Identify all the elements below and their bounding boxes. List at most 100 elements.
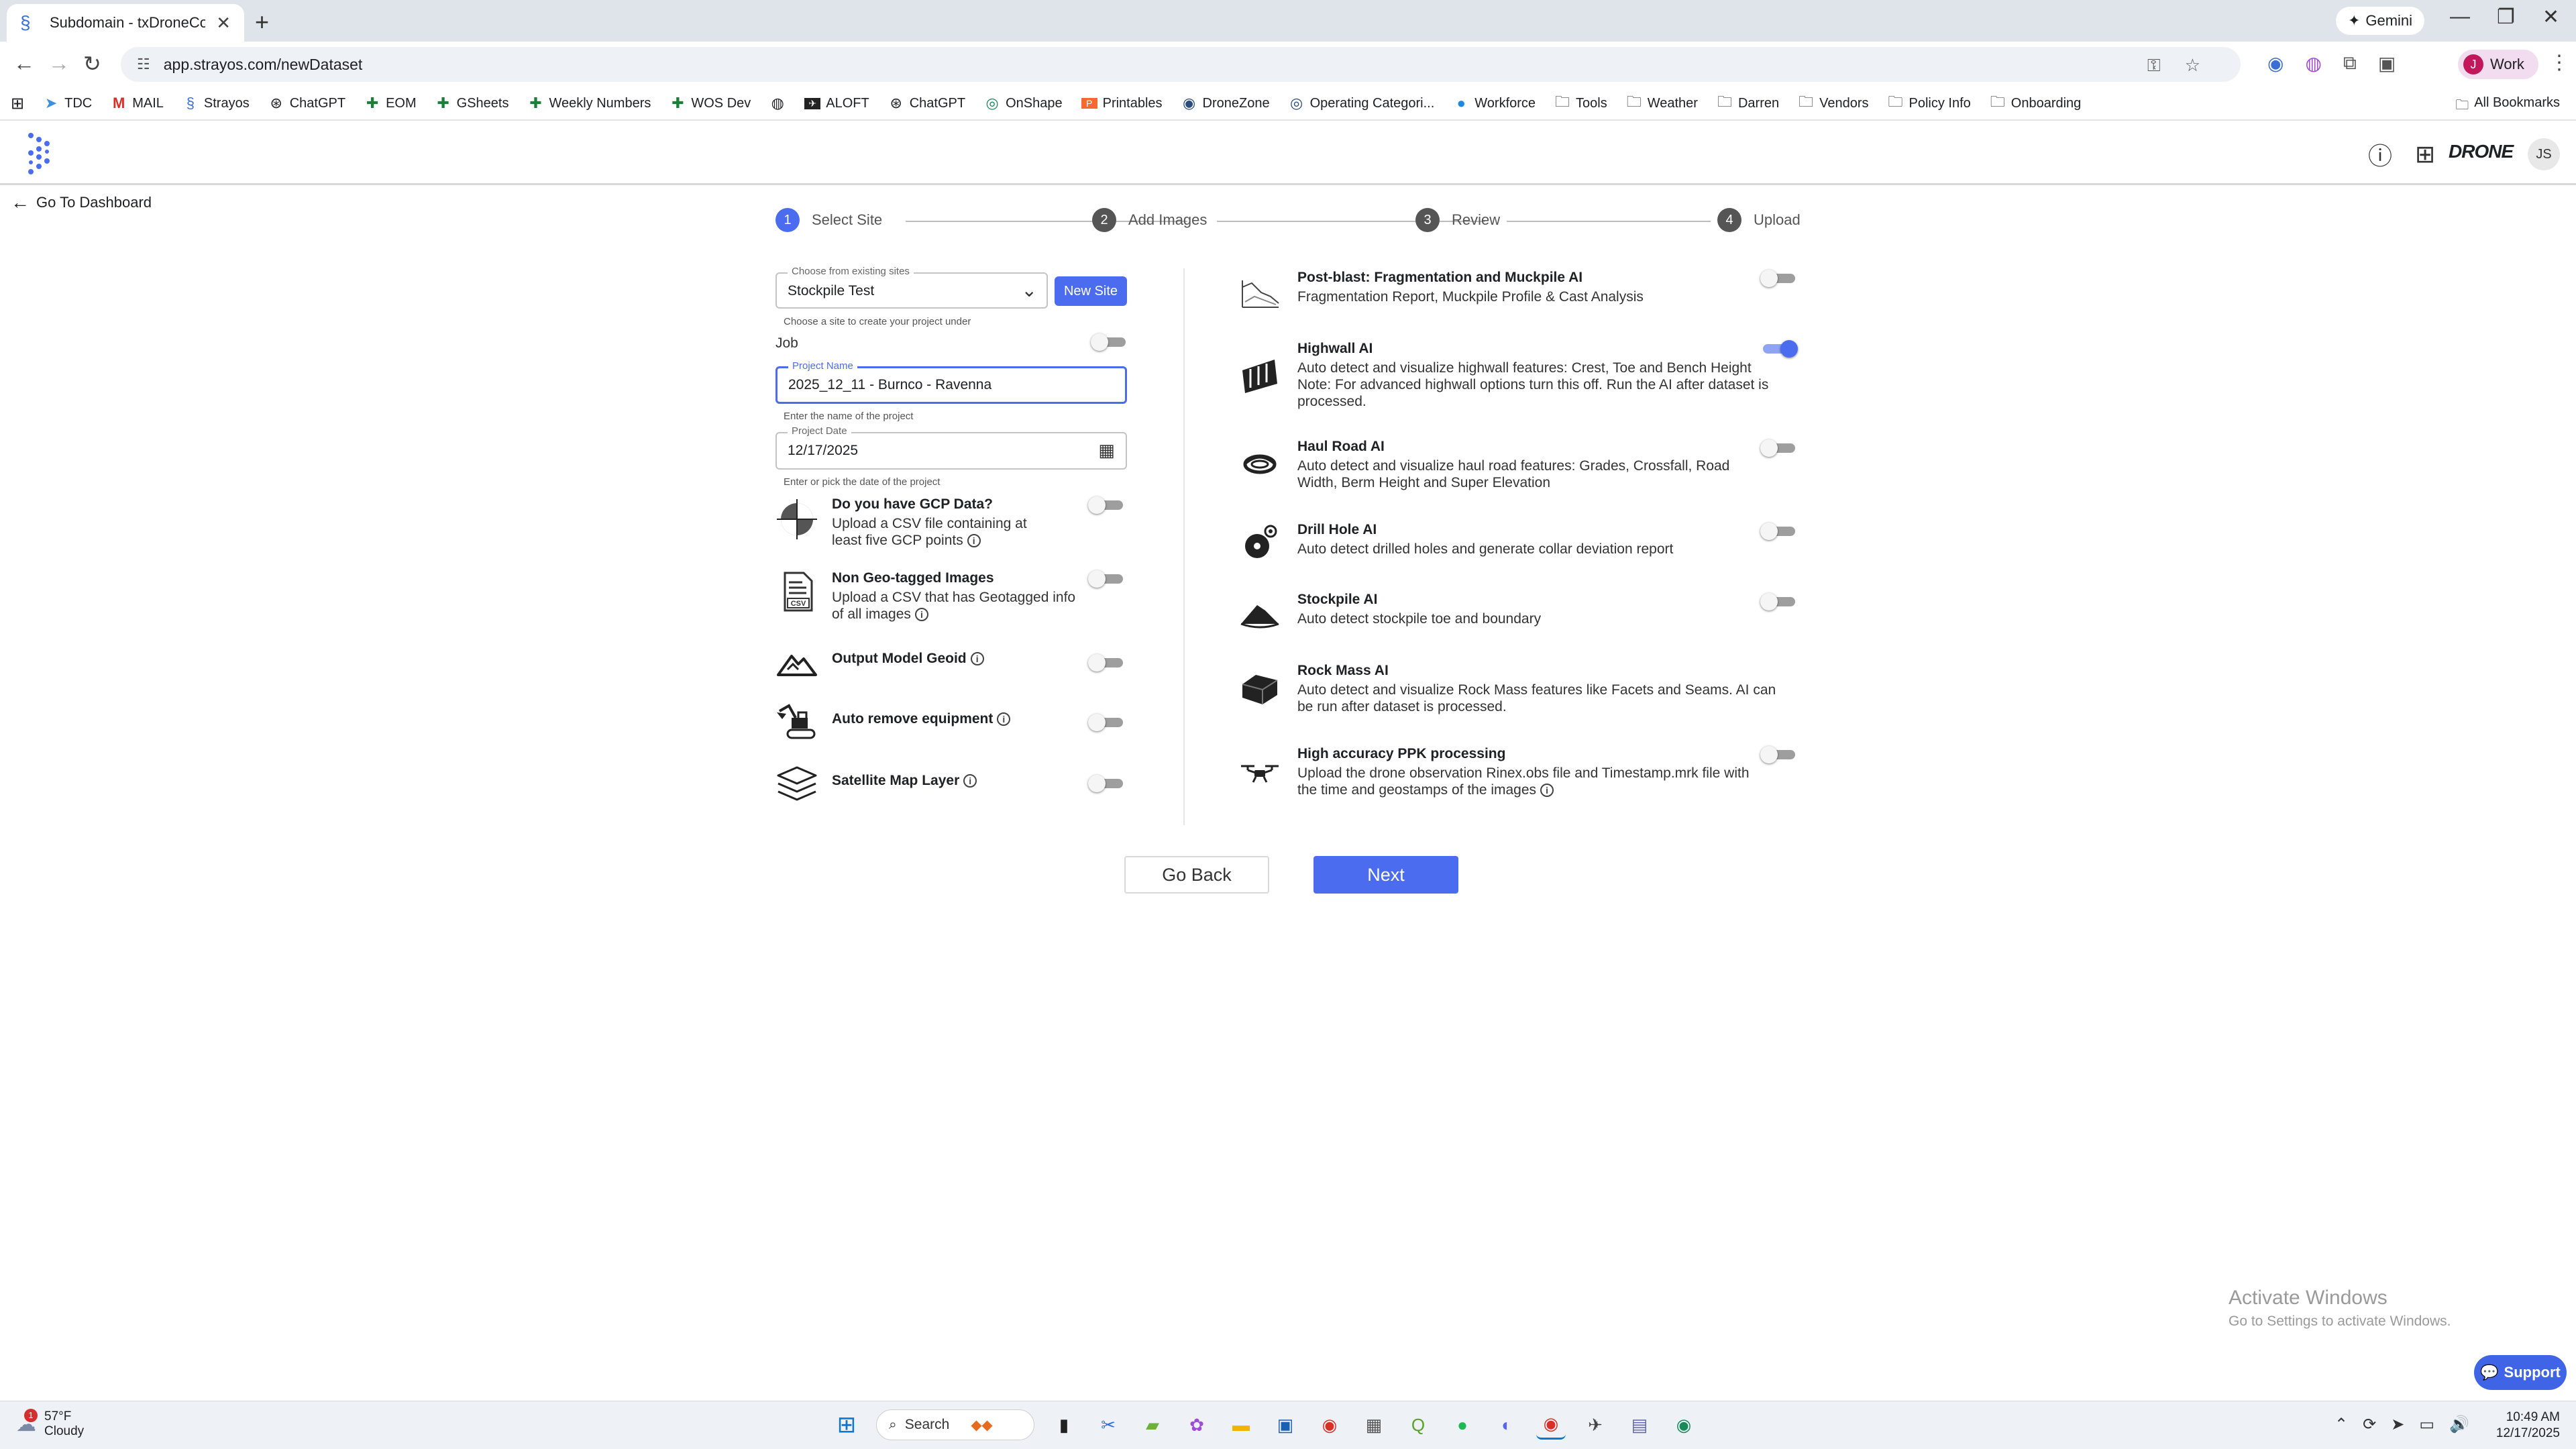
qgis-icon[interactable]: Q (1403, 1410, 1433, 1440)
bookmark-item[interactable]: ✈ ALOFT (804, 96, 869, 111)
volume-icon[interactable]: 🔊 (2449, 1415, 2469, 1434)
bookmark-folder[interactable]: 🗀 Darren (1717, 91, 1779, 116)
minimize-icon[interactable]: — (2450, 5, 2470, 28)
copilot-icon[interactable]: ✿ (1182, 1410, 1212, 1440)
gcp-toggle[interactable] (1088, 496, 1126, 514)
calculator-icon[interactable]: ▦ (1359, 1410, 1389, 1440)
teams-icon[interactable]: ▤ (1625, 1410, 1654, 1440)
go-to-dashboard-link[interactable]: ← Go To Dashboard (11, 192, 152, 213)
close-tab-icon[interactable]: ✕ (216, 13, 231, 34)
site-select[interactable]: Choose from existing sites Stockpile Tes… (775, 266, 1048, 309)
non-geotagged-toggle[interactable] (1088, 570, 1126, 588)
stockpile-toggle[interactable] (1760, 593, 1798, 610)
bookmark-folder[interactable]: 🗀 Vendors (1798, 91, 1868, 116)
info-icon[interactable]: i (914, 608, 928, 622)
drill-hole-toggle[interactable] (1760, 523, 1798, 540)
sync-icon[interactable]: ⟳ (2363, 1415, 2376, 1434)
bookmark-item[interactable]: ◎ Operating Categori... (1289, 95, 1434, 112)
bookmark-item[interactable]: ✚ EOM (364, 95, 417, 112)
bookmark-item[interactable]: ◍ (769, 95, 786, 112)
project-date-field[interactable]: Project Date 12/17/2025 ▦ (775, 425, 1127, 470)
taskbar-search[interactable]: ⌕ Search ◆◆ (876, 1409, 1034, 1440)
notepad-icon[interactable]: ▰ (1138, 1410, 1167, 1440)
url-omnibox[interactable]: ☷ app.strayos.com/newDataset ⚿ ☆ (121, 47, 2241, 82)
bookmark-item[interactable]: ⊛ ChatGPT (268, 95, 346, 112)
chrome-secondary-icon[interactable]: ◉ (1669, 1410, 1699, 1440)
apps-grid-icon[interactable]: ⊞ (11, 94, 24, 113)
go-back-button[interactable]: Go Back (1124, 856, 1269, 894)
bookmark-folder[interactable]: 🗀 Weather (1626, 91, 1698, 116)
bookmark-item[interactable]: § Strayos (182, 95, 250, 112)
help-icon[interactable]: ⓘ (2368, 137, 2392, 172)
bookmark-item[interactable]: ◉ DroneZone (1181, 95, 1270, 112)
extension-copilot-icon[interactable]: ◉ (2267, 52, 2284, 74)
calendar-icon[interactable]: ▦ (1098, 440, 1115, 461)
gemini-button[interactable]: ✦ Gemini (2336, 7, 2424, 35)
browser-menu-icon[interactable]: ⋮ (2549, 51, 2569, 74)
restore-icon[interactable]: ❐ (2497, 5, 2515, 29)
password-key-icon[interactable]: ⚿ (2147, 55, 2161, 76)
post-blast-toggle[interactable] (1760, 270, 1798, 287)
next-button[interactable]: Next (1313, 856, 1458, 894)
chevron-down-icon[interactable]: ⌄ (1022, 279, 1037, 301)
network-icon[interactable]: ▭ (2419, 1415, 2434, 1434)
close-window-icon[interactable]: ✕ (2542, 5, 2559, 29)
apps-grid-icon[interactable]: ⊞ (2415, 140, 2435, 168)
task-view-icon[interactable]: ▮ (1049, 1410, 1079, 1440)
site-info-icon[interactable]: ☷ (137, 56, 150, 73)
system-clock[interactable]: 10:49 AM 12/17/2025 (2482, 1409, 2560, 1442)
bookmark-item[interactable]: M MAIL (111, 95, 164, 112)
store-icon[interactable]: ▣ (1271, 1410, 1300, 1440)
extensions-puzzle-icon[interactable]: ⧉ (2343, 52, 2357, 74)
new-site-button[interactable]: New Site (1055, 276, 1127, 306)
browser-tab[interactable]: § Subdomain - txDroneCo - Dem ✕ (7, 4, 244, 42)
chrome-icon[interactable]: ◉ (1315, 1410, 1344, 1440)
info-icon[interactable]: i (997, 712, 1011, 727)
back-arrow-icon[interactable]: ← (13, 51, 35, 76)
auto-remove-equipment-toggle[interactable] (1088, 714, 1126, 731)
chevron-up-icon[interactable]: ⌃ (2334, 1415, 2348, 1434)
bookmark-folder[interactable]: 🗀 Policy Info (1888, 91, 1970, 116)
satellite-layer-toggle[interactable] (1088, 775, 1126, 792)
bookmark-item[interactable]: ➤ TDC (43, 95, 92, 112)
bookmark-folder[interactable]: 🗀 Tools (1554, 91, 1607, 116)
drone-app-icon[interactable]: ✈ (1580, 1410, 1610, 1440)
bookmark-star-icon[interactable]: ☆ (2185, 55, 2200, 76)
forward-arrow-icon[interactable]: → (48, 51, 70, 76)
location-icon[interactable]: ➤ (2391, 1415, 2404, 1434)
bookmark-item[interactable]: ● Workforce (1453, 95, 1536, 112)
support-button[interactable]: 💬 Support (2474, 1355, 2567, 1390)
bookmark-item[interactable]: ✚ GSheets (435, 95, 508, 112)
info-icon[interactable]: i (1540, 784, 1554, 798)
highwall-toggle[interactable] (1760, 340, 1798, 358)
info-icon[interactable]: i (970, 652, 984, 666)
ppk-toggle[interactable] (1760, 746, 1798, 763)
bookmark-item[interactable]: ⊛ ChatGPT (888, 95, 966, 112)
output-geoid-toggle[interactable] (1088, 654, 1126, 672)
weather-widget[interactable]: ☁ 1 57°F Cloudy (16, 1408, 84, 1439)
info-icon[interactable]: i (967, 534, 981, 548)
user-avatar[interactable]: JS (2528, 138, 2560, 170)
bookmark-item[interactable]: P Printables (1081, 96, 1163, 111)
chrome-profile-icon[interactable]: ◉ (1536, 1410, 1566, 1440)
project-name-field[interactable]: Project Name 2025_12_11 - Burnco - Raven… (775, 360, 1127, 404)
bookmark-item[interactable]: ✚ Weekly Numbers (527, 95, 651, 112)
profile-button[interactable]: J Work (2458, 50, 2538, 79)
bookmark-item[interactable]: ◎ OnShape (984, 95, 1062, 112)
job-toggle[interactable] (1091, 333, 1128, 351)
strayos-logo-icon[interactable] (24, 131, 56, 177)
extension-color-icon[interactable]: ◍ (2305, 52, 2321, 74)
file-explorer-icon[interactable]: ▬ (1226, 1410, 1256, 1440)
bookmark-folder[interactable]: 🗀 Onboarding (1990, 91, 2082, 116)
windows-start-icon[interactable]: ⊞ (832, 1410, 861, 1440)
snipping-tool-icon[interactable]: ✂ (1093, 1410, 1123, 1440)
info-icon[interactable]: i (963, 774, 977, 788)
reload-icon[interactable]: ↻ (83, 51, 101, 76)
haul-road-toggle[interactable] (1760, 439, 1798, 457)
discord-icon[interactable]: ◐ (1492, 1410, 1521, 1440)
all-bookmarks-button[interactable]: 🗀 All Bookmarks (2455, 95, 2560, 118)
side-panel-icon[interactable]: ▣ (2378, 52, 2396, 74)
bookmark-item[interactable]: ✚ WOS Dev (669, 95, 751, 112)
new-tab-icon[interactable]: + (255, 8, 269, 36)
spotify-icon[interactable]: ● (1448, 1410, 1477, 1440)
